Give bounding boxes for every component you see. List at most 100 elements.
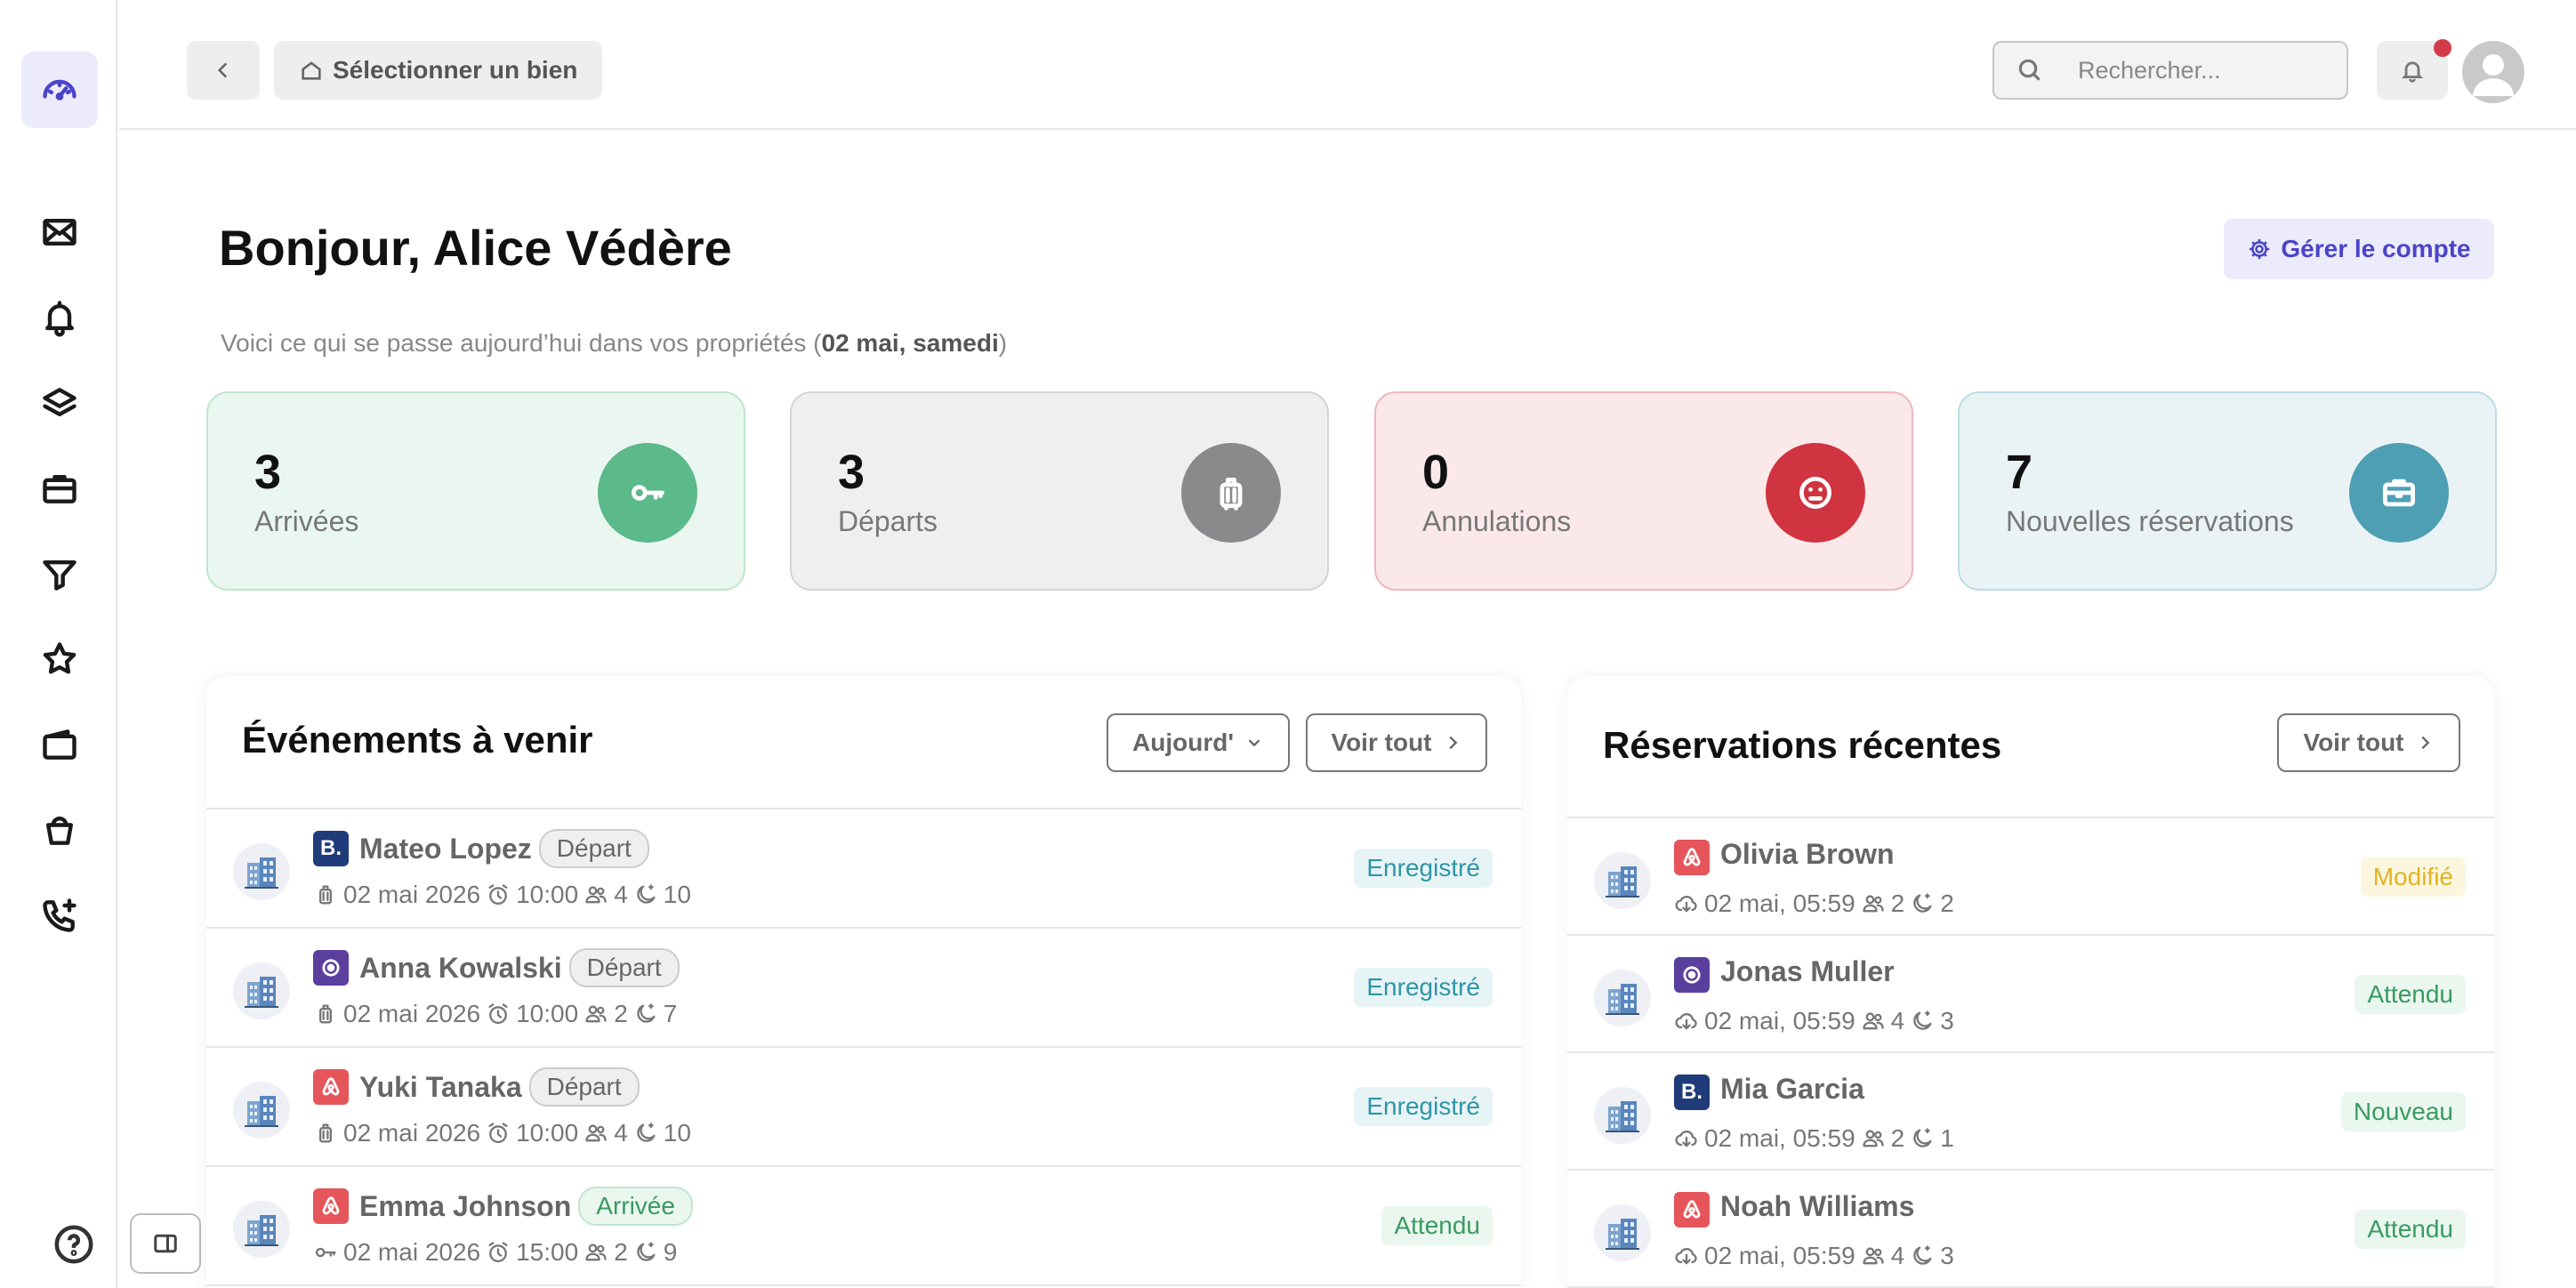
guest-name: Mia Garcia xyxy=(1720,1073,1864,1105)
reservation-row[interactable]: B. Mia Garcia 02 mai, 05:59 2 1 Nouveau xyxy=(1567,1053,2494,1171)
nights-count: 3 xyxy=(1940,1007,1954,1034)
bell-icon xyxy=(2401,61,2424,83)
chevron-down-icon xyxy=(1248,739,1260,747)
user-avatar-icon xyxy=(2473,54,2514,96)
status-badge: Attendu xyxy=(2355,1210,2466,1249)
status-badge: Modifié xyxy=(2360,857,2466,897)
nights-count: 7 xyxy=(663,1000,678,1027)
guest-count: 4 xyxy=(614,1119,628,1147)
view-all-label: Voir tout xyxy=(1331,729,1432,756)
wallet-icon[interactable] xyxy=(21,706,98,783)
panel-title: Réservations récentes xyxy=(1603,724,2002,766)
reservations-list: Olivia Brown 02 mai, 05:59 2 2 Modifié Jonas … xyxy=(1567,817,2494,1288)
bell-icon[interactable] xyxy=(21,279,98,356)
stat-card-departures[interactable]: 3 Départs xyxy=(790,391,1329,591)
nights-icon xyxy=(637,884,656,904)
manage-account-button[interactable]: Gérer le compte xyxy=(2224,219,2494,279)
guest-name: Mateo Lopez xyxy=(359,833,532,865)
status-badge: Nouveau xyxy=(2340,1092,2466,1131)
dashboard-icon[interactable] xyxy=(21,52,98,128)
event-type-tag: Départ xyxy=(538,829,649,868)
source-badge xyxy=(1674,1192,1710,1228)
guests-icon xyxy=(585,1244,607,1261)
download-cloud-icon xyxy=(1675,1013,1697,1030)
source-badge: B. xyxy=(1674,1075,1710,1110)
mail-icon[interactable] xyxy=(21,194,98,270)
luggage-icon xyxy=(1181,443,1281,543)
gear-icon xyxy=(2250,238,2270,260)
search-input[interactable] xyxy=(2078,56,2327,85)
reservation-meta: 02 mai, 05:59 2 1 xyxy=(1674,1124,1954,1153)
clock-icon xyxy=(488,1003,508,1025)
greeting-title: Bonjour, Alice Védère xyxy=(219,219,732,277)
building-icon xyxy=(233,843,290,900)
event-row[interactable]: Emma Johnson Arrivée 02 mai 2026 15:00 2 9 Att… xyxy=(206,1167,1521,1286)
collapse-sidebar-button[interactable] xyxy=(130,1213,201,1274)
nights-icon xyxy=(1913,1245,1932,1265)
date-filter-label: Aujourd' xyxy=(1132,729,1234,756)
guest-name-line: Mateo Lopez Départ xyxy=(359,829,649,868)
reservation-row[interactable]: Jonas Muller 02 mai, 05:59 4 3 Attendu xyxy=(1567,936,2494,1053)
reservation-datetime: 02 mai, 05:59 xyxy=(1704,1124,1856,1152)
nights-icon xyxy=(637,1123,656,1142)
filter-icon[interactable] xyxy=(21,535,98,612)
briefcase-icon[interactable] xyxy=(21,450,98,527)
date-filter-dropdown[interactable]: Aujourd' xyxy=(1107,713,1290,772)
guest-name: Anna Kowalski xyxy=(359,952,562,984)
back-button[interactable] xyxy=(187,41,260,100)
nights-icon xyxy=(1913,1128,1932,1147)
event-row[interactable]: Anna Kowalski Départ 02 mai 2026 10:00 2 7 Enr… xyxy=(206,929,1521,1048)
guest-name: Jonas Muller xyxy=(1720,955,1895,987)
status-badge: Enregistré xyxy=(1354,968,1493,1007)
event-row[interactable]: B. Mateo Lopez Départ 02 mai 2026 10:00 4 10 En… xyxy=(206,809,1521,929)
avatar[interactable] xyxy=(2462,41,2524,103)
airbnb-logo-icon xyxy=(322,1077,340,1096)
greeting-hello: Bonjour, xyxy=(219,220,422,276)
event-meta: 02 mai 2026 10:00 4 10 xyxy=(313,881,691,909)
search-box[interactable] xyxy=(1992,41,2348,100)
bucket-icon[interactable] xyxy=(21,792,98,868)
upcoming-events-panel: Événements à venir Aujourd' Voir tout B.… xyxy=(206,676,1521,1288)
layers-icon[interactable] xyxy=(21,365,98,441)
reservation-meta: 02 mai, 05:59 4 3 xyxy=(1674,1007,1954,1035)
event-row[interactable]: Yuki Tanaka Départ 02 mai 2026 10:00 4 10 Enre… xyxy=(206,1048,1521,1167)
source-badge xyxy=(313,1069,349,1105)
select-property-button[interactable]: Sélectionner un bien xyxy=(274,41,603,100)
nights-count: 10 xyxy=(663,1119,691,1147)
event-date: 02 mai 2026 xyxy=(343,1238,481,1266)
stat-card-arrivals[interactable]: 3 Arrivées xyxy=(206,391,745,591)
guest-name-line: Yuki Tanaka Départ xyxy=(359,1067,640,1107)
guest-name-line: Anna Kowalski Départ xyxy=(359,948,680,987)
source-badge xyxy=(1674,840,1710,875)
phone-plus-icon[interactable] xyxy=(21,877,98,954)
reservation-meta: 02 mai, 05:59 4 3 xyxy=(1674,1242,1954,1270)
event-type-tag: Arrivée xyxy=(578,1187,693,1226)
event-time: 10:00 xyxy=(516,1000,579,1027)
view-all-label: Voir tout xyxy=(2303,729,2404,756)
stat-value: 3 xyxy=(254,446,282,499)
reservations-view-all-button[interactable]: Voir tout xyxy=(2277,713,2460,772)
stat-card-new-reservations[interactable]: 7 Nouvelles réservations xyxy=(1958,391,2497,591)
help-icon[interactable] xyxy=(53,1224,94,1265)
reservation-row[interactable]: Olivia Brown 02 mai, 05:59 2 2 Modifié xyxy=(1567,818,2494,936)
luggage-icon xyxy=(319,885,332,905)
clock-icon xyxy=(488,1123,508,1144)
reservation-row[interactable]: Noah Williams 02 mai, 05:59 4 3 Attendu xyxy=(1567,1171,2494,1288)
guests-icon xyxy=(1863,1247,1884,1265)
chevron-right-icon xyxy=(2420,736,2429,750)
notification-dot xyxy=(2434,39,2451,57)
stat-card-cancellations[interactable]: 0 Annulations xyxy=(1374,391,1913,591)
star-icon[interactable] xyxy=(21,621,98,697)
source-badge xyxy=(313,1188,349,1224)
clock-icon xyxy=(488,884,508,906)
source-badge xyxy=(313,950,349,986)
events-view-all-button[interactable]: Voir tout xyxy=(1306,713,1487,772)
event-time: 10:00 xyxy=(516,1119,579,1147)
event-time: 10:00 xyxy=(516,881,579,908)
events-list: B. Mateo Lopez Départ 02 mai 2026 10:00 4 10 En… xyxy=(206,808,1521,1286)
stat-label: Arrivées xyxy=(254,505,359,537)
building-icon xyxy=(233,1201,290,1258)
event-type-tag: Départ xyxy=(568,948,680,987)
guest-name: Emma Johnson xyxy=(359,1190,572,1222)
user-name: Alice Védère xyxy=(432,220,732,276)
